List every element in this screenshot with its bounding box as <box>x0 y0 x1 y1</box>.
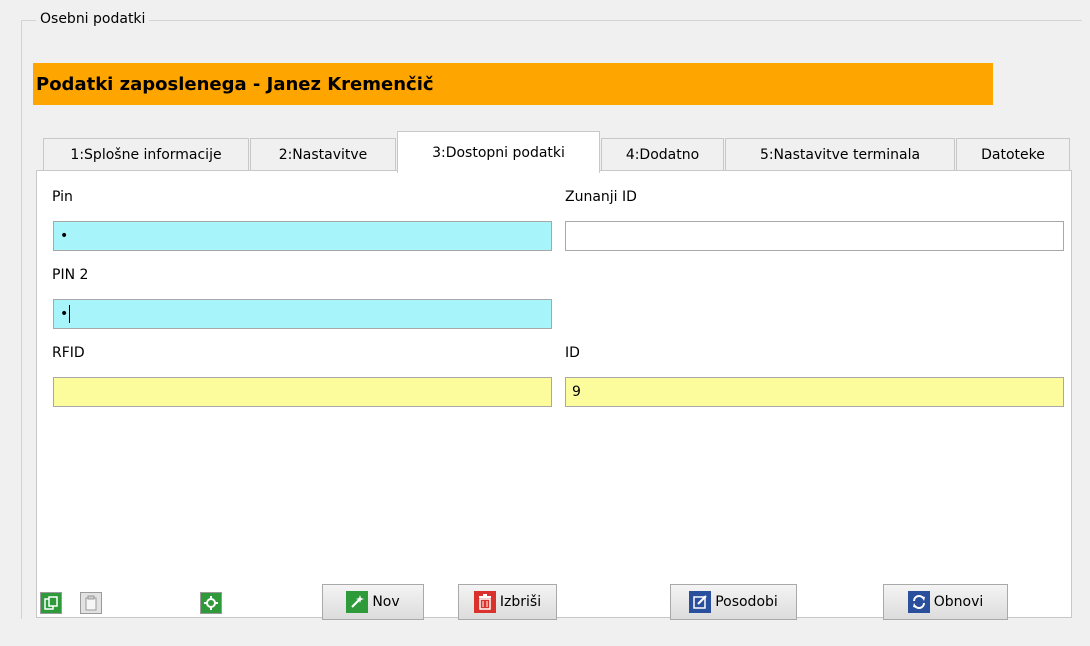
employee-banner: Podatki zaposlenega - Janez Kremenčič <box>33 63 993 105</box>
refresh-button[interactable]: Obnovi <box>883 584 1008 620</box>
tab-terminal-settings[interactable]: 5:Nastavitve terminala <box>725 138 955 171</box>
tab-label: 3:Dostopni podatki <box>432 144 565 161</box>
tab-files[interactable]: Datoteke <box>956 138 1070 171</box>
pin2-label: PIN 2 <box>52 267 89 283</box>
id-label: ID <box>565 345 580 361</box>
tab-label: 2:Nastavitve <box>278 147 368 163</box>
pin2-input[interactable]: • <box>53 299 552 329</box>
refresh-button-label: Obnovi <box>933 594 984 610</box>
rfid-input[interactable] <box>53 377 552 407</box>
tab-settings[interactable]: 2:Nastavitve <box>250 138 396 171</box>
id-value: 9 <box>572 384 581 400</box>
delete-button-label: Izbriši <box>499 594 542 610</box>
tab-panel: Pin • Zunanji ID PIN 2 • RFID ID 9 Nov I… <box>36 170 1072 620</box>
employee-banner-title: Podatki zaposlenega - Janez Kremenčič <box>36 74 434 95</box>
new-button-label: Nov <box>372 594 400 610</box>
update-button[interactable]: Posodobi <box>670 584 797 620</box>
tab-label: 1:Splošne informacije <box>70 147 222 163</box>
text-caret <box>69 305 71 323</box>
pin-input[interactable]: • <box>53 221 552 251</box>
tab-label: 5:Nastavitve terminala <box>759 147 921 163</box>
copy-icon <box>44 596 58 610</box>
tab-label: Datoteke <box>981 147 1045 163</box>
pin-label: Pin <box>52 189 73 205</box>
refresh-icon <box>907 591 930 613</box>
rfid-label: RFID <box>52 345 85 361</box>
trash-icon <box>473 591 496 613</box>
external-id-input[interactable] <box>565 221 1064 251</box>
tab-access-data[interactable]: 3:Dostopni podatki <box>397 131 600 173</box>
tab-general-info[interactable]: 1:Splošne informacije <box>43 138 249 171</box>
id-input[interactable]: 9 <box>565 377 1064 407</box>
tab-additional[interactable]: 4:Dodatno <box>601 138 724 171</box>
group-title: Osebni podatki <box>36 11 150 27</box>
wand-icon <box>346 591 369 613</box>
pin-value: • <box>60 228 69 244</box>
paste-icon <box>85 595 97 611</box>
delete-button[interactable]: Izbriši <box>458 584 557 620</box>
settings-button[interactable] <box>200 592 222 614</box>
edit-icon <box>689 591 712 613</box>
update-button-label: Posodobi <box>715 594 778 610</box>
external-id-label: Zunanji ID <box>565 189 637 205</box>
pin2-value: • <box>60 306 69 322</box>
copy-button[interactable] <box>40 592 62 614</box>
paste-button[interactable] <box>80 592 102 614</box>
tab-label: 4:Dodatno <box>625 147 700 163</box>
new-button[interactable]: Nov <box>322 584 424 620</box>
settings-icon <box>204 596 218 610</box>
